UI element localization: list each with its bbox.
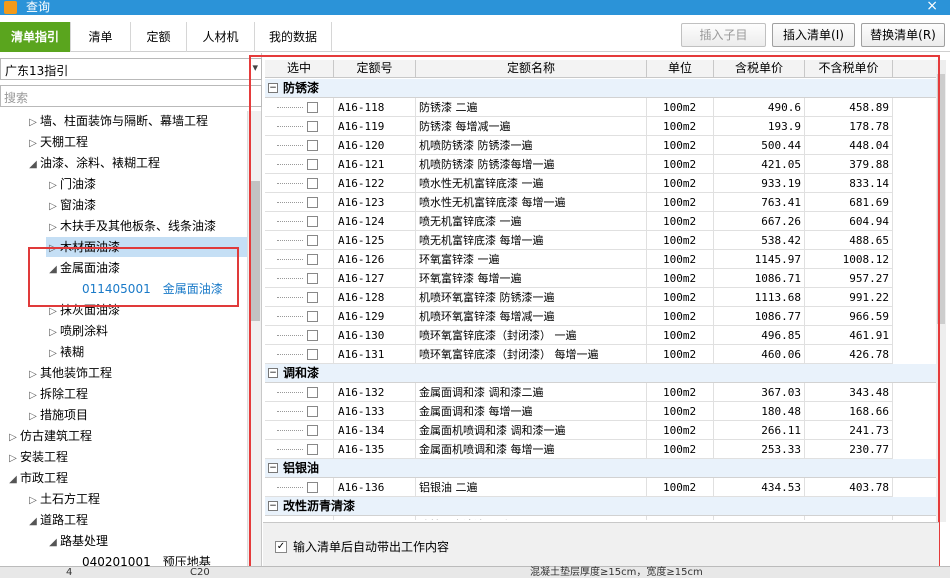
tree-node[interactable]: ▷ 裱糊 xyxy=(46,342,84,362)
search-input[interactable]: 搜索 xyxy=(0,85,262,107)
tree-node[interactable]: ▷ 墙、柱面装饰与隔断、幕墙工程 xyxy=(26,111,208,131)
tree-node[interactable]: ◢ 道路工程 xyxy=(26,510,88,530)
replace-list-button[interactable]: 替换清单(R) xyxy=(861,23,945,47)
tree-node[interactable]: ▷ 喷刷涂料 xyxy=(46,321,108,341)
expand-arrow-icon[interactable]: ▷ xyxy=(6,449,20,469)
tree-node[interactable]: ▷ 安装工程 xyxy=(6,447,68,467)
expand-arrow-icon[interactable]: ▷ xyxy=(26,134,40,154)
expand-arrow-icon[interactable]: ▷ xyxy=(46,344,60,364)
tab-bar: 清单指引 清单 定额 人材机 我的数据 插入子目 插入清单(I) 替换清单(R) xyxy=(0,15,950,52)
collapse-arrow-icon[interactable]: ◢ xyxy=(6,470,20,490)
expand-arrow-icon[interactable]: ▷ xyxy=(46,176,60,196)
expand-arrow-icon[interactable]: ▷ xyxy=(46,197,60,217)
auto-work-content-checkbox[interactable]: ✓ xyxy=(275,541,287,553)
region-select-value: 广东13指引 xyxy=(5,64,69,78)
expand-arrow-icon[interactable]: ▷ xyxy=(46,323,60,343)
tree-node[interactable]: ◢ 油漆、涂料、裱糊工程 xyxy=(26,153,160,173)
tab-list-guide[interactable]: 清单指引 xyxy=(0,22,71,52)
tree-node-list-item[interactable]: 040201001 预压地基 xyxy=(82,552,211,567)
expand-arrow-icon[interactable]: ▷ xyxy=(26,407,40,427)
tree-node[interactable]: ▷ 措施项目 xyxy=(26,405,88,425)
peek-spec: C20 xyxy=(190,567,210,578)
collapse-arrow-icon[interactable]: ◢ xyxy=(26,155,40,175)
expand-arrow-icon[interactable]: ▷ xyxy=(26,491,40,511)
tree-node[interactable]: ▷ 门油漆 xyxy=(46,174,96,194)
tree-node[interactable]: ▷ 其他装饰工程 xyxy=(26,363,112,383)
background-window-peek: 4 C20 混凝土垫层厚度≥15cm，宽度≥15cm xyxy=(0,566,950,578)
left-panel: 广东13指引 ▾ 搜索 ▷ 墙、柱面装饰与隔断、幕墙工程 ▷ 天棚工程 ◢ 油漆、涂料… xyxy=(0,53,262,578)
expand-arrow-icon[interactable]: ▷ xyxy=(6,428,20,448)
expand-arrow-icon[interactable]: ▷ xyxy=(26,113,40,133)
window-title: 查询 xyxy=(26,0,51,14)
auto-work-content-label: 输入清单后自动带出工作内容 xyxy=(293,540,450,554)
tree-node[interactable]: ◢ 路基处理 xyxy=(46,531,108,551)
app-icon xyxy=(4,1,17,14)
tree-node[interactable]: ▷ 木扶手及其他板条、线条油漆 xyxy=(46,216,216,236)
tree-node[interactable]: ▷ 天棚工程 xyxy=(26,132,88,152)
insert-list-button[interactable]: 插入清单(I) xyxy=(772,23,855,47)
peek-row-number: 4 xyxy=(66,567,73,578)
peek-text: 混凝土垫层厚度≥15cm，宽度≥15cm xyxy=(530,567,703,578)
tree-node[interactable]: ▷ 仿古建筑工程 xyxy=(6,426,92,446)
highlight-box-tree xyxy=(28,247,239,307)
tab-list[interactable]: 清单 xyxy=(71,22,131,52)
tab-my-data[interactable]: 我的数据 xyxy=(255,22,332,52)
tab-materials[interactable]: 人材机 xyxy=(187,22,255,52)
close-icon[interactable]: × xyxy=(926,0,938,14)
highlight-box-grid xyxy=(249,55,940,573)
guide-tree: ▷ 墙、柱面装饰与隔断、幕墙工程 ▷ 天棚工程 ◢ 油漆、涂料、裱糊工程 ▷ 门油漆 ▷… xyxy=(0,111,247,567)
collapse-arrow-icon[interactable]: ◢ xyxy=(46,533,60,553)
expand-arrow-icon[interactable]: ▷ xyxy=(26,365,40,385)
expand-arrow-icon[interactable]: ▷ xyxy=(46,218,60,238)
collapse-arrow-icon[interactable]: ◢ xyxy=(26,512,40,532)
tree-node[interactable]: ◢ 市政工程 xyxy=(6,468,68,488)
expand-arrow-icon[interactable]: ▷ xyxy=(26,386,40,406)
tree-node[interactable]: ▷ 拆除工程 xyxy=(26,384,88,404)
tree-node[interactable]: ▷ 窗油漆 xyxy=(46,195,96,215)
insert-child-button[interactable]: 插入子目 xyxy=(681,23,766,47)
tree-node[interactable]: ▷ 土石方工程 xyxy=(26,489,100,509)
tab-quota[interactable]: 定额 xyxy=(131,22,187,52)
search-placeholder: 搜索 xyxy=(4,91,29,105)
window-titlebar: 查询 × xyxy=(0,0,950,15)
bottom-bar: ✓ 输入清单后自动带出工作内容 xyxy=(263,522,939,570)
region-select[interactable]: 广东13指引 ▾ xyxy=(0,58,262,80)
